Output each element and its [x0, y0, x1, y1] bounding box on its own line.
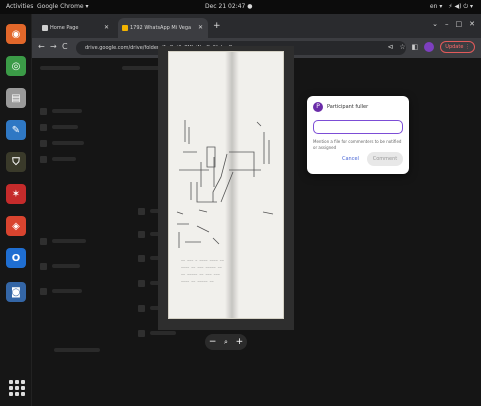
system-tray[interactable]: en ▾ ⚡ ◀) ⏻ ▾	[430, 3, 473, 11]
comment-hint: Mention a file for commenters to be noti…	[313, 139, 402, 150]
system-top-bar: Activities Google Chrome ▾ Dec 21 02:47 …	[0, 0, 481, 14]
window-controls: ⌄ – □ ✕	[432, 20, 475, 28]
software-icon[interactable]: ◈	[6, 216, 26, 236]
activities-button[interactable]: Activities	[6, 3, 33, 10]
svg-text:~~~~ ~~ ~~~ ~~~~~ ~~: ~~~~ ~~ ~~~ ~~~~~ ~~	[181, 266, 222, 270]
tab-label: Home Page	[50, 25, 79, 31]
file-icon	[138, 231, 145, 238]
storage-line	[54, 348, 100, 352]
app-menu[interactable]: Google Chrome ▾	[37, 3, 89, 10]
svg-text:~~ ~~~ ~ ~~~~ ~~~~ ~~: ~~ ~~~ ~ ~~~~ ~~~~ ~~	[181, 259, 224, 263]
file-icon	[138, 280, 145, 287]
file-icon	[138, 330, 145, 337]
tab-strip: Home Page ✕ 1792 WhatsApp Mi Vega ✕ + ⌄ …	[32, 14, 481, 38]
grid-dot	[15, 392, 19, 396]
files-icon[interactable]: ▤	[6, 88, 26, 108]
nav-line	[52, 141, 84, 145]
grid-dot	[21, 386, 25, 390]
close-window-button[interactable]: ✕	[469, 20, 475, 28]
minimize-button[interactable]: –	[445, 20, 449, 28]
nav-line	[52, 264, 80, 268]
clock[interactable]: Dec 21 02:47 ●	[205, 3, 253, 10]
tab-favicon	[42, 25, 48, 31]
file-icon	[138, 255, 145, 262]
shield-icon[interactable]: ⛉	[6, 152, 26, 172]
svg-text:~~ ~~~~~ ~~ ~~~ ~~~: ~~ ~~~~~ ~~ ~~~ ~~~	[181, 273, 220, 277]
close-icon[interactable]: ✕	[198, 24, 203, 31]
tab-search-icon[interactable]: ⌄	[432, 20, 438, 28]
nav-icon	[40, 108, 47, 115]
drive-logo-placeholder	[40, 66, 80, 70]
cancel-button[interactable]: Cancel	[342, 156, 359, 162]
reload-button[interactable]: C	[62, 42, 68, 51]
grid-dot	[9, 386, 13, 390]
preview-zoom-controls: − ⌕ +	[205, 334, 247, 350]
show-applications-icon[interactable]	[7, 378, 25, 396]
zoom-in-button[interactable]: +	[236, 337, 244, 347]
status-menu[interactable]: ⚡ ◀) ⏻ ▾	[448, 3, 473, 11]
zoom-icon: ⌕	[224, 337, 228, 346]
nav-icon	[40, 124, 47, 131]
bookmark-star-icon[interactable]: ☆	[399, 43, 405, 51]
disk-icon[interactable]: ◙	[6, 282, 26, 302]
input-source[interactable]: en ▾	[430, 3, 442, 11]
grid-dot	[15, 386, 19, 390]
zoom-out-button[interactable]: −	[209, 337, 217, 347]
pdf-icon[interactable]: ✶	[6, 184, 26, 204]
forward-button[interactable]: →	[50, 42, 57, 51]
writer-icon[interactable]: ✎	[6, 120, 26, 140]
nav-line	[52, 157, 76, 161]
nav-icon	[40, 263, 47, 270]
desktop: Activities Google Chrome ▾ Dec 21 02:47 …	[0, 0, 481, 406]
comment-submit-button[interactable]: Comment	[367, 152, 403, 166]
commenter-name: Participant fuller	[327, 104, 369, 110]
tab-active-file[interactable]: 1792 WhatsApp Mi Vega ✕	[118, 18, 208, 38]
side-panel-icon[interactable]: ◧	[412, 43, 419, 51]
maximize-button[interactable]: □	[456, 20, 463, 28]
sketch-drawing: ~~ ~~~ ~ ~~~~ ~~~~ ~~ ~~~~ ~~ ~~~ ~~~~~ …	[176, 120, 274, 284]
share-icon[interactable]: ⊲	[388, 43, 394, 51]
tab-label: 1792 WhatsApp Mi Vega	[130, 25, 192, 31]
close-icon[interactable]: ✕	[104, 24, 109, 31]
profile-avatar[interactable]	[424, 42, 435, 52]
nav-line	[52, 109, 82, 113]
grid-dot	[21, 392, 25, 396]
file-icon	[138, 208, 145, 215]
back-button[interactable]: ←	[38, 42, 45, 51]
firefox-icon[interactable]: ◉	[6, 24, 26, 44]
new-tab-button[interactable]: +	[213, 21, 221, 31]
nav-icon	[40, 140, 47, 147]
nav-icon	[40, 156, 47, 163]
update-button[interactable]: Update ⋮	[440, 41, 475, 53]
grid-dot	[21, 380, 25, 384]
nav-line	[52, 289, 82, 293]
nav-line	[52, 239, 86, 243]
toolbar-actions: ⊲ ☆ ◧ Update ⋮	[388, 41, 475, 53]
scanned-sketch-image[interactable]: ~~ ~~~ ~ ~~~~ ~~~~ ~~ ~~~~ ~~ ~~~ ~~~~~ …	[168, 51, 284, 319]
file-preview-panel: ~~ ~~~ ~ ~~~~ ~~~~ ~~ ~~~~ ~~ ~~~ ~~~~~ …	[158, 46, 294, 330]
nav-icon	[40, 238, 47, 245]
grid-dot	[15, 380, 19, 384]
nav-icon	[40, 288, 47, 295]
grid-dot	[9, 380, 13, 384]
drive-icon	[122, 25, 128, 31]
comment-popup: P Participant fuller Mention a file for …	[307, 96, 409, 174]
file-row	[150, 331, 176, 335]
dock: ◉ ◎ ▤ ✎ ⛉ ✶ ◈ O ◙	[0, 14, 32, 406]
chrome-icon[interactable]: ◎	[6, 56, 26, 76]
file-icon	[138, 305, 145, 312]
svg-text:~~~~ ~~ ~~~~~ ~~: ~~~~ ~~ ~~~~~ ~~	[181, 280, 214, 284]
tab-home-page[interactable]: Home Page ✕	[38, 18, 114, 38]
nav-line	[52, 125, 78, 129]
outlook-icon[interactable]: O	[6, 248, 26, 268]
comment-input[interactable]	[313, 120, 403, 134]
grid-dot	[9, 392, 13, 396]
commenter-avatar: P	[313, 102, 323, 112]
